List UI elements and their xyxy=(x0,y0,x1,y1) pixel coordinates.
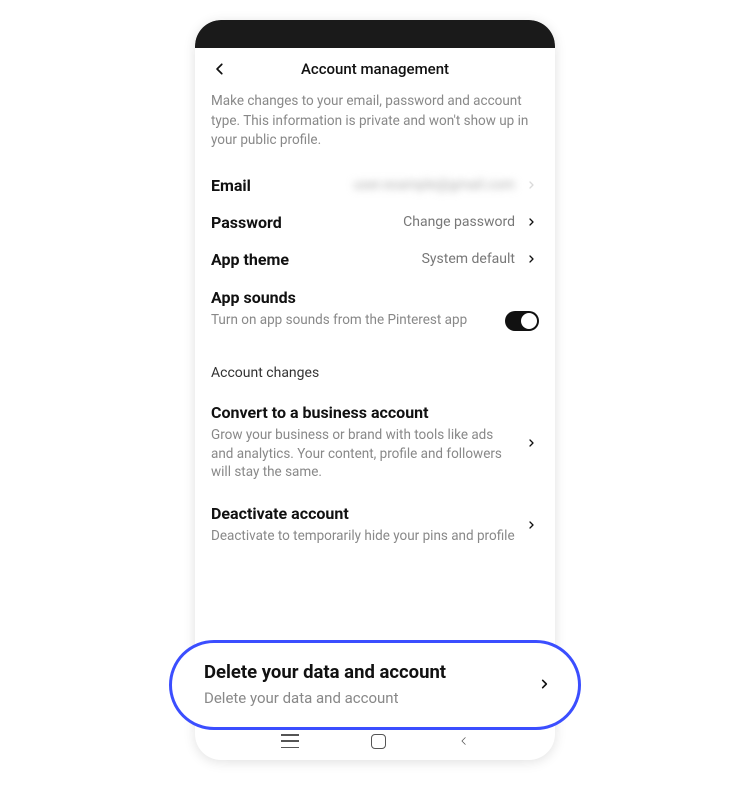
delete-title: Delete your data and account xyxy=(204,661,536,683)
section-header: Account changes xyxy=(211,365,539,381)
email-row[interactable]: Email user.example@gmail.com xyxy=(211,167,539,204)
email-label: Email xyxy=(211,176,251,195)
password-label: Password xyxy=(211,213,282,232)
status-bar xyxy=(195,20,555,48)
chevron-right-icon xyxy=(523,177,539,193)
deactivate-description: Deactivate to temporarily hide your pins… xyxy=(211,527,515,546)
delete-account-row[interactable]: Delete your data and account Delete your… xyxy=(169,640,581,730)
chevron-right-icon xyxy=(536,676,552,692)
chevron-right-icon xyxy=(523,214,539,230)
deactivate-title: Deactivate account xyxy=(211,504,515,523)
deactivate-row[interactable]: Deactivate account Deactivate to tempora… xyxy=(211,496,539,560)
nav-home-icon[interactable] xyxy=(371,734,386,749)
convert-description: Grow your business or brand with tools l… xyxy=(211,426,515,483)
chevron-right-icon xyxy=(523,517,539,533)
delete-description: Delete your data and account xyxy=(204,689,536,707)
theme-label: App theme xyxy=(211,250,289,269)
page-header: Account management xyxy=(211,48,539,92)
sounds-toggle[interactable] xyxy=(505,311,539,331)
page-title: Account management xyxy=(211,60,539,78)
sounds-label: App sounds xyxy=(211,288,539,307)
toggle-knob xyxy=(521,313,537,329)
sounds-row: App sounds Turn on app sounds from the P… xyxy=(211,278,539,335)
page-description: Make changes to your email, password and… xyxy=(211,92,539,151)
email-value: user.example@gmail.com xyxy=(251,177,523,193)
convert-business-row[interactable]: Convert to a business account Grow your … xyxy=(211,395,539,497)
theme-value: System default xyxy=(289,251,523,267)
password-value: Change password xyxy=(282,214,523,230)
password-row[interactable]: Password Change password xyxy=(211,204,539,241)
nav-back-icon[interactable] xyxy=(459,733,469,749)
chevron-right-icon xyxy=(523,435,539,451)
convert-title: Convert to a business account xyxy=(211,403,515,422)
chevron-right-icon xyxy=(523,251,539,267)
sounds-description: Turn on app sounds from the Pinterest ap… xyxy=(211,311,505,330)
theme-row[interactable]: App theme System default xyxy=(211,241,539,278)
nav-recents-icon[interactable] xyxy=(281,734,299,748)
